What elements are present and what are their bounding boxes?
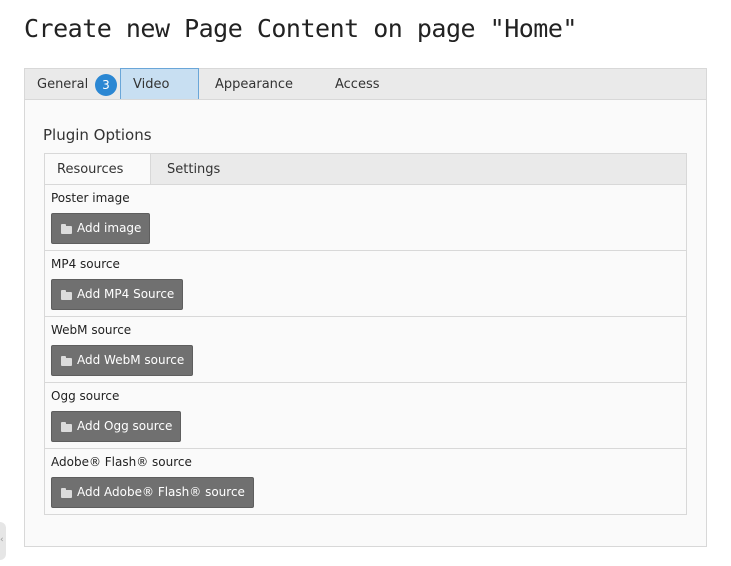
- field-label: Adobe® Flash® source: [51, 455, 192, 469]
- field-label: Poster image: [51, 191, 130, 205]
- add-flash-source-button[interactable]: Add Adobe® Flash® source: [51, 477, 254, 508]
- tab-settings-label: Settings: [167, 162, 221, 177]
- add-mp4-source-button[interactable]: Add MP4 Source: [51, 279, 184, 310]
- folder-icon: [61, 223, 72, 234]
- tab-general-label: General: [37, 77, 89, 92]
- field-label: WebM source: [51, 323, 132, 337]
- tab-appearance-label: Appearance: [215, 77, 294, 92]
- webm-source-field: WebM source Add WebM source: [45, 317, 686, 383]
- folder-icon: [61, 289, 72, 300]
- tab-settings[interactable]: Settings: [155, 154, 232, 185]
- button-label: Add Adobe® Flash® source: [77, 485, 245, 499]
- button-label: Add MP4 Source: [77, 287, 175, 301]
- add-webm-source-button[interactable]: Add WebM source: [51, 345, 194, 376]
- folder-icon: [61, 355, 72, 366]
- tab-general[interactable]: General: [25, 69, 100, 100]
- button-label: Add image: [77, 221, 142, 235]
- add-ogg-source-button[interactable]: Add Ogg source: [51, 411, 182, 442]
- folder-icon: [61, 487, 72, 498]
- button-label: Add Ogg source: [77, 419, 173, 433]
- tab-appearance[interactable]: Appearance: [203, 69, 305, 100]
- tab-access[interactable]: Access: [323, 69, 392, 100]
- ogg-source-field: Ogg source Add Ogg source: [45, 383, 686, 449]
- flash-source-field: Adobe® Flash® source Add Adobe® Flash® s…: [45, 449, 686, 515]
- tab-video-label: Video: [133, 77, 170, 92]
- tab-access-label: Access: [335, 77, 380, 92]
- error-count-badge: 3: [95, 74, 117, 96]
- side-panel-handle[interactable]: ‹: [0, 522, 6, 560]
- plugin-tab-bar: Resources Settings: [44, 153, 687, 186]
- field-label: MP4 source: [51, 257, 120, 271]
- main-tab-bar: General 3 Video Appearance Access: [24, 68, 707, 101]
- plugin-options-title: Plugin Options: [43, 126, 152, 144]
- add-image-button[interactable]: Add image: [51, 213, 151, 244]
- resources-panel: Poster image Add image MP4 source Add MP…: [44, 184, 687, 515]
- tab-resources[interactable]: Resources: [44, 153, 151, 186]
- folder-icon: [61, 421, 72, 432]
- chevron-left-icon: ‹: [0, 535, 4, 545]
- field-label: Ogg source: [51, 389, 120, 403]
- button-label: Add WebM source: [77, 353, 185, 367]
- mp4-source-field: MP4 source Add MP4 Source: [45, 251, 686, 317]
- page-title: Create new Page Content on page "Home": [24, 14, 577, 43]
- poster-image-field: Poster image Add image: [45, 185, 686, 251]
- tab-resources-label: Resources: [57, 162, 124, 177]
- tab-video[interactable]: Video: [120, 68, 199, 101]
- tab-content-panel: Plugin Options Resources Settings Poster…: [24, 99, 707, 547]
